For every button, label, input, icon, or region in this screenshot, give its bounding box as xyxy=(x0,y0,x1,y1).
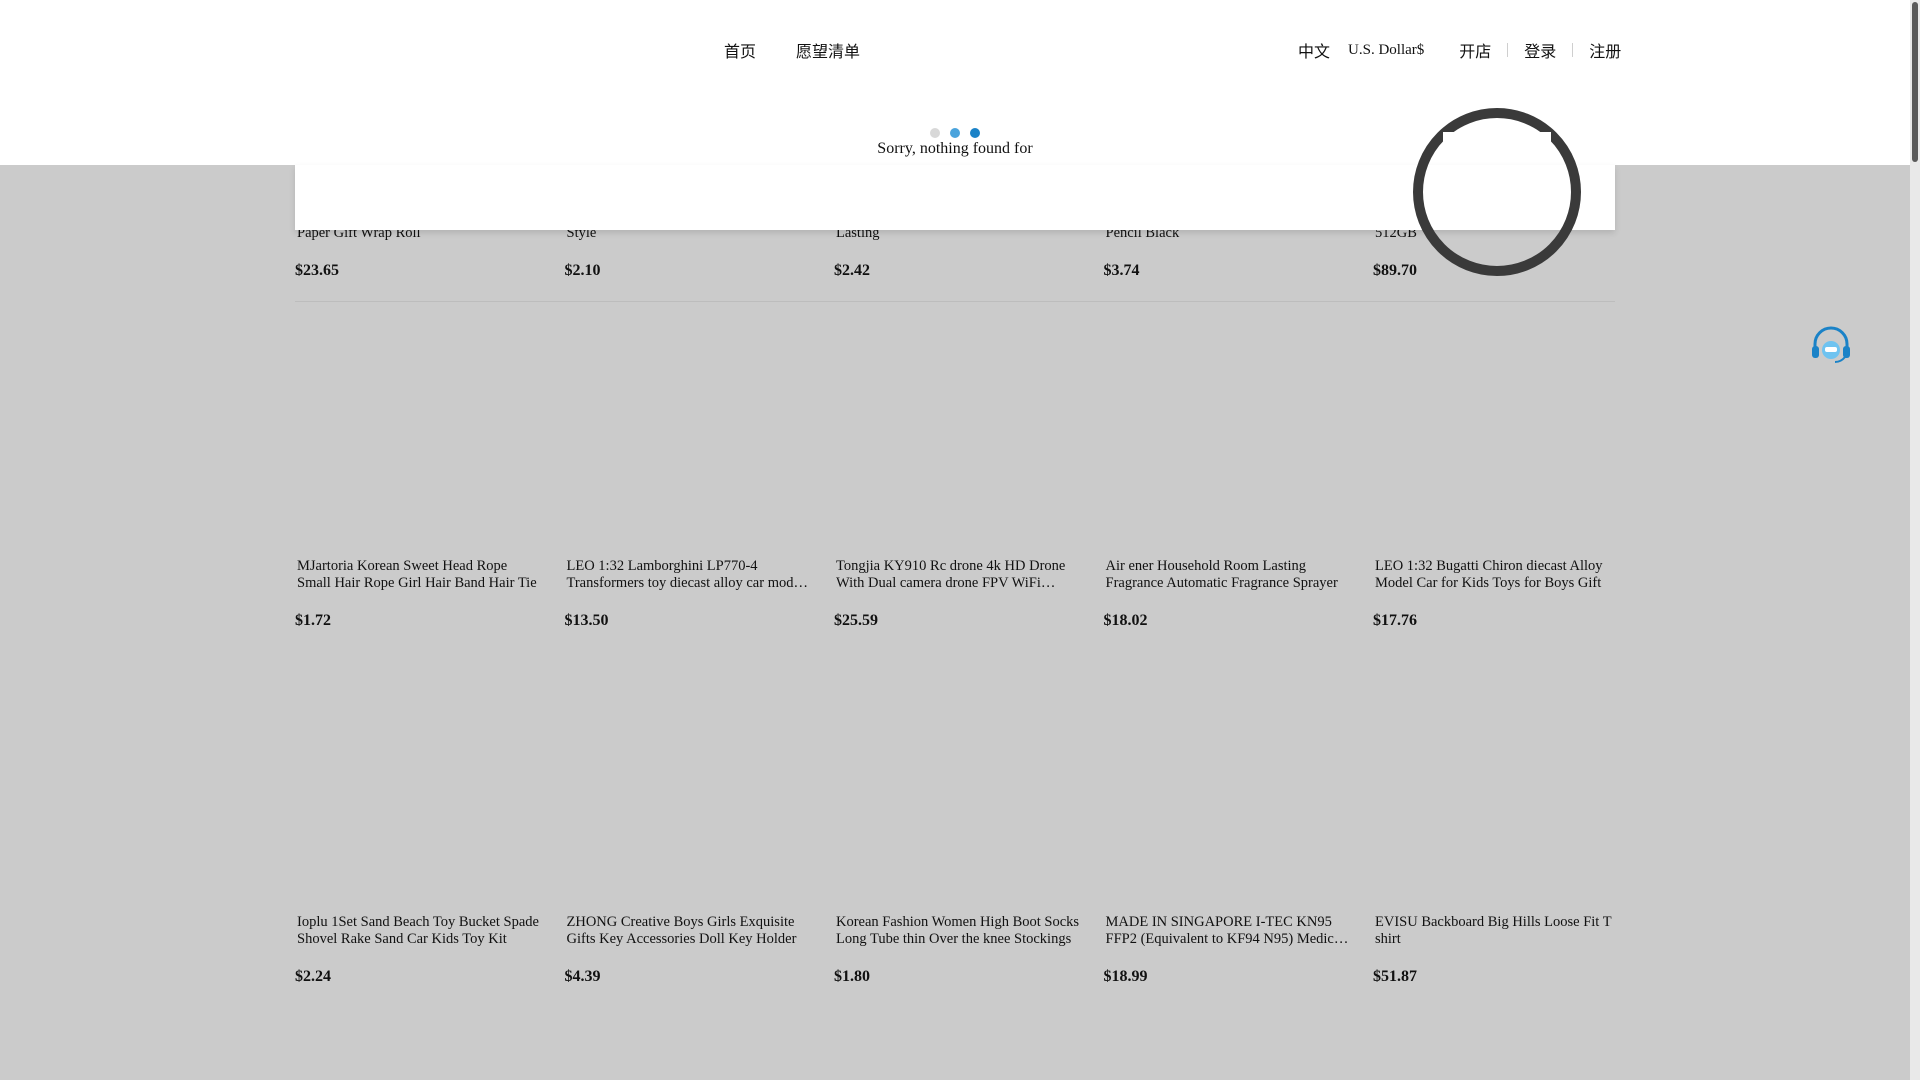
product-card[interactable]: Ioplu 1Set Sand Beach Toy Bucket Spade S… xyxy=(295,914,543,986)
product-card[interactable]: MADE IN SINGAPORE I-TEC KN95 FFP2 (Equiv… xyxy=(1104,914,1352,986)
currency-selector[interactable]: U.S. Dollar$ xyxy=(1348,42,1424,59)
product-title[interactable]: EVISU Backboard Big Hills Loose Fit T sh… xyxy=(1373,914,1621,948)
product-card[interactable]: Air ener Household Room Lasting Fragranc… xyxy=(1104,558,1352,630)
register-link[interactable]: 注册 xyxy=(1589,38,1621,62)
loader-dot xyxy=(930,128,940,138)
product-price: $4.39 xyxy=(564,968,601,985)
product-card[interactable]: LEO 1:32 Bugatti Chiron diecast Alloy Mo… xyxy=(1373,558,1621,630)
loader-dot xyxy=(950,128,960,138)
open-store-link[interactable]: 开店 xyxy=(1459,38,1491,62)
product-price: $25.59 xyxy=(834,612,878,629)
loader-dot xyxy=(970,128,980,138)
product-price: $13.50 xyxy=(564,612,609,629)
loading-indicator xyxy=(930,128,980,138)
login-link[interactable]: 登录 xyxy=(1524,38,1556,62)
customer-service-icon[interactable] xyxy=(1807,322,1855,370)
product-title[interactable]: MADE IN SINGAPORE I-TEC KN95 FFP2 (Equiv… xyxy=(1104,914,1352,948)
product-title[interactable]: ZHONG Creative Boys Girls Exquisite Gift… xyxy=(565,914,813,948)
nav-home-link[interactable]: 首页 xyxy=(724,38,756,62)
no-results-message: Sorry, nothing found for xyxy=(877,140,1033,157)
nav-divider xyxy=(1572,43,1574,57)
product-card[interactable]: LEO 1:32 Lamborghini LP770-4 Transformer… xyxy=(565,558,813,630)
language-selector[interactable]: 中文 xyxy=(1298,38,1330,62)
product-title[interactable]: MJartoria Korean Sweet Head Rope Small H… xyxy=(295,558,543,592)
product-title[interactable]: Ioplu 1Set Sand Beach Toy Bucket Spade S… xyxy=(295,914,543,948)
product-title[interactable]: Korean Fashion Women High Boot Socks Lon… xyxy=(834,914,1082,948)
page-scrollbar[interactable] xyxy=(1910,0,1920,1080)
row-divider xyxy=(295,301,1615,302)
product-price: $1.80 xyxy=(834,968,870,985)
product-title[interactable]: LEO 1:32 Bugatti Chiron diecast Alloy Mo… xyxy=(1373,558,1621,592)
product-price: $2.10 xyxy=(564,262,601,279)
scrollbar-thumb[interactable] xyxy=(1912,2,1918,162)
product-card[interactable]: ZHONG Creative Boys Girls Exquisite Gift… xyxy=(565,914,813,986)
loading-spinner-icon xyxy=(1413,108,1581,276)
main-nav: 首页 愿望清单 xyxy=(724,38,860,62)
product-price: $2.24 xyxy=(295,968,331,985)
product-card[interactable]: EVISU Backboard Big Hills Loose Fit T sh… xyxy=(1373,914,1621,986)
product-price: $23.65 xyxy=(295,262,339,279)
product-price: $51.87 xyxy=(1373,968,1417,985)
product-title[interactable]: LEO 1:32 Lamborghini LP770-4 Transformer… xyxy=(565,558,813,592)
product-price: $3.74 xyxy=(1103,262,1140,279)
product-card[interactable]: Korean Fashion Women High Boot Socks Lon… xyxy=(834,914,1082,986)
nav-divider xyxy=(1507,43,1509,57)
product-title[interactable]: Air ener Household Room Lasting Fragranc… xyxy=(1104,558,1352,592)
product-price: $18.02 xyxy=(1103,612,1148,629)
nav-wishlist-link[interactable]: 愿望清单 xyxy=(796,38,860,62)
product-price: $18.99 xyxy=(1103,968,1148,985)
product-card[interactable]: MJartoria Korean Sweet Head Rope Small H… xyxy=(295,558,543,630)
product-price: $2.42 xyxy=(834,262,870,279)
user-nav: 中文 U.S. Dollar$ 开店 登录 注册 xyxy=(1298,38,1621,62)
product-card[interactable]: Tongjia KY910 Rc drone 4k HD Drone With … xyxy=(834,558,1082,630)
product-title[interactable]: Tongjia KY910 Rc drone 4k HD Drone With … xyxy=(834,558,1082,592)
product-price: $1.72 xyxy=(295,612,331,629)
product-price: $17.76 xyxy=(1373,612,1417,629)
